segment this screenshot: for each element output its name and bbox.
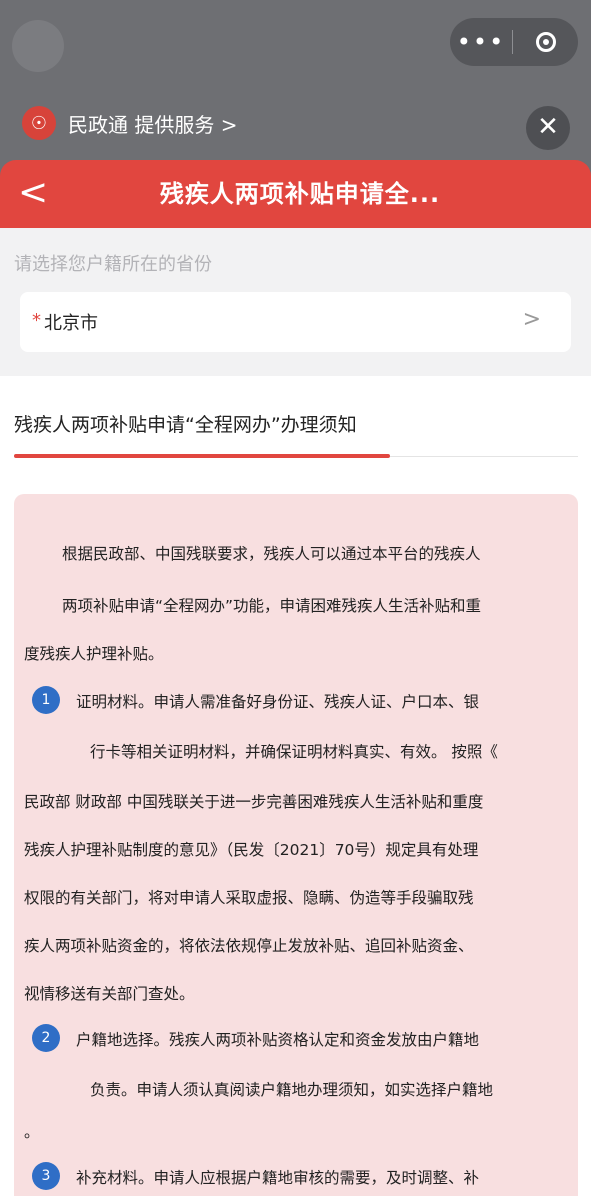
notice-line: 行卡等相关证明材料，并确保证明材料真实、有效。 按照《 [90, 743, 498, 761]
notice-line: 民政部 财政部 中国残联关于进一步完善困难残疾人生活补贴和重度 [24, 793, 484, 811]
province-prompt: 请选择您户籍所在的省份 [14, 254, 212, 275]
page-title: 残疾人两项补贴申请全... [159, 180, 441, 208]
tab-active-indicator [14, 454, 390, 458]
emblem-icon: ☉ [22, 106, 56, 140]
number-badge: 3 [32, 1162, 60, 1190]
close-button[interactable]: ✕ [526, 106, 570, 150]
chevron-right-icon: > [522, 307, 541, 332]
province-value: 北京市 [44, 313, 98, 334]
more-dots-icon[interactable]: ••• [450, 18, 512, 66]
notice-line: 证明材料。申请人需准备好身份证、残疾人证、户口本、银 [76, 693, 480, 711]
notice-line: 户籍地选择。残疾人两项补贴资格认定和资金发放由户籍地 [76, 1031, 480, 1049]
notice-line: 。 [24, 1123, 40, 1141]
notice-line: 视情移送有关部门查处。 [24, 985, 195, 1003]
notice-line: 度残疾人护理补贴。 [24, 645, 164, 663]
notice-title: 残疾人两项补贴申请“全程网办”办理须知 [14, 414, 357, 436]
notice-line: 补充材料。申请人应根据户籍地审核的需要，及时调整、补 [76, 1169, 480, 1187]
notice-line: 根据民政部、中国残联要求，残疾人可以通过本平台的残疾人 [62, 545, 481, 563]
number-badge: 1 [32, 686, 60, 714]
notice-line: 两项补贴申请“全程网办”功能，申请困难残疾人生活补贴和重 [62, 597, 482, 615]
miniprogram-capsule: ••• [450, 18, 578, 66]
avatar-placeholder [12, 20, 64, 72]
notice-box: 根据民政部、中国残联要求，残疾人可以通过本平台的残疾人 两项补贴申请“全程网办”… [14, 494, 578, 1196]
number-badge: 2 [32, 1024, 60, 1052]
province-selector[interactable]: * 北京市 > [20, 292, 571, 352]
notice-line: 权限的有关部门，将对申请人采取虚报、隐瞒、伪造等手段骗取残 [24, 889, 474, 907]
page-header: < 残疾人两项补贴申请全... [0, 160, 591, 228]
required-mark: * [32, 310, 41, 331]
back-button[interactable]: < [18, 170, 58, 218]
notice-line: 疾人两项补贴资金的，将依法依规停止发放补贴、追回补贴资金、 [24, 937, 474, 955]
tab-divider [390, 456, 578, 457]
notice-line: 负责。申请人须认真阅读户籍地办理须知，如实选择户籍地 [90, 1081, 494, 1099]
service-provider-row[interactable]: ☉ 民政通 提供服务 > [22, 106, 237, 140]
target-icon[interactable] [513, 32, 578, 52]
service-provider-text: 民政通 提供服务 > [68, 112, 238, 137]
notice-line: 残疾人护理补贴制度的意见》（民发〔2021〕70号）规定具有处理 [24, 841, 479, 859]
